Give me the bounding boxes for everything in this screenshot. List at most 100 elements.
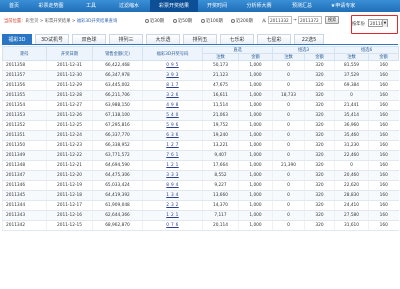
tab-fucai-3d[interactable]: 福彩3D <box>2 34 32 44</box>
date-cell: 2011-12-20 <box>46 170 93 181</box>
group3-amount-cell: 320 <box>303 180 335 191</box>
tab-qixingcai[interactable]: 七星彩 <box>257 34 291 44</box>
direct-count-cell: 21,063 <box>202 110 239 121</box>
issue-cell: 2011358 <box>2 60 47 71</box>
group3-count-cell: 0 <box>272 80 305 91</box>
direct-count-cell: 47,675 <box>202 80 239 91</box>
numbers-link[interactable]: 1 3 4 <box>142 190 203 201</box>
group3-amount-cell: 320 <box>303 130 335 141</box>
date-cell: 2011-12-19 <box>46 180 93 191</box>
date-cell: 2011-12-18 <box>46 190 93 201</box>
group-header-group3: 组选3 <box>271 46 336 54</box>
group3-count-cell: 0 <box>272 170 305 181</box>
direct-count-cell: 21,123 <box>202 70 239 81</box>
issue-cell: 2011342 <box>2 220 47 231</box>
sales-cell: 67,138,100 <box>92 110 143 121</box>
header-amount: 金额 <box>368 53 400 61</box>
nav-home[interactable]: 首页 <box>0 0 28 12</box>
nav-filter[interactable]: 过滤缩水 <box>108 0 150 12</box>
group3-count-cell: 0 <box>272 200 305 211</box>
direct-count-cell: 20,114 <box>202 220 239 231</box>
numbers-link[interactable]: 3 2 6 <box>142 90 203 101</box>
numbers-link[interactable]: 3 3 3 <box>142 170 203 181</box>
nav-tools[interactable]: 工具 <box>74 0 108 12</box>
year-select[interactable]: 2011年 ▼ <box>368 19 388 27</box>
nav-lottery-results[interactable]: 彩票开奖结果 <box>150 0 198 12</box>
group6-count-cell: 28,830 <box>334 190 369 201</box>
table-row: 2011357 2011-12-30 66,347,978 3 9 3 21,123 1,… <box>2 70 399 81</box>
group3-count-cell: 0 <box>272 70 305 81</box>
issue-cell: 2011357 <box>2 70 47 81</box>
direct-amount-cell: 1,000 <box>238 90 273 101</box>
nav-prediction-summary[interactable]: 预测汇总 <box>282 0 322 12</box>
group3-count-cell: 0 <box>272 180 305 191</box>
direct-amount-cell: 1,000 <box>238 200 273 211</box>
nav-draw-times[interactable]: 开奖时间 <box>198 0 236 12</box>
group6-count-cell: 36,960 <box>334 120 369 131</box>
numbers-link[interactable]: 4 9 8 <box>142 100 203 111</box>
tab-pailie-5[interactable]: 排列五 <box>183 34 217 44</box>
numbers-link[interactable]: 8 9 4 <box>142 180 203 191</box>
tab-qilecai[interactable]: 七乐彩 <box>220 34 254 44</box>
numbers-link[interactable]: 8 1 7 <box>142 80 203 91</box>
nav-analyst-contest[interactable]: 分析师大赛 <box>236 0 282 12</box>
numbers-link[interactable]: 0 9 5 <box>142 60 203 71</box>
group6-count-cell: 20,460 <box>334 170 369 181</box>
numbers-link[interactable]: 1 2 7 <box>142 140 203 151</box>
numbers-link[interactable]: 1 2 1 <box>142 210 203 221</box>
numbers-link[interactable]: 5 4 0 <box>142 110 203 121</box>
tab-double-color-ball[interactable]: 双色球 <box>72 34 106 44</box>
group3-amount-cell: 320 <box>303 110 335 121</box>
nav-trend-charts[interactable]: 彩票走势图 <box>28 0 74 12</box>
tab-pailie-3[interactable]: 排列三 <box>109 34 143 44</box>
top-nav: 首页 彩票走势图 工具 过滤缩水 彩票开奖结果 开奖时间 分析师大赛 预测汇总 … <box>0 0 400 12</box>
date-cell: 2011-12-16 <box>46 210 93 221</box>
tab-super-lotto[interactable]: 大乐透 <box>146 34 180 44</box>
group-header-direct: 直选 <box>202 46 273 54</box>
direct-amount-cell: 1,000 <box>238 160 273 171</box>
search-button[interactable]: 搜索 <box>325 16 339 24</box>
numbers-link[interactable]: 7 6 1 <box>142 150 203 161</box>
tab-3d-trial[interactable]: 3D试机号 <box>35 34 69 44</box>
issue-cell: 2011343 <box>2 210 47 221</box>
header-count: 注数 <box>272 53 305 61</box>
header-amount: 金额 <box>303 53 336 61</box>
radio-last-200[interactable]: 近200期 <box>231 18 253 24</box>
direct-count-cell: 19,752 <box>202 120 239 131</box>
direct-count-cell: 50,173 <box>202 60 239 71</box>
numbers-link[interactable]: 3 9 3 <box>142 70 203 81</box>
group3-amount-cell: 320 <box>303 100 335 111</box>
group6-amount-cell: 160 <box>368 160 399 171</box>
numbers-link[interactable]: 0 7 6 <box>142 220 203 231</box>
chevron-down-icon[interactable]: ▼ <box>382 20 387 27</box>
numbers-link[interactable]: 2 3 2 <box>142 200 203 211</box>
date-from-field[interactable]: 2011332 <box>268 16 292 24</box>
group3-amount-cell: 320 <box>303 70 335 81</box>
radio-last-50[interactable]: 近50期 <box>173 18 192 24</box>
nav-apply-expert[interactable]: ★申请专家 <box>322 0 364 12</box>
breadcrumb-current[interactable]: 福彩3D开奖结果查询 <box>77 19 117 24</box>
radio-icon <box>231 19 235 23</box>
lottery-tabs: 福彩3D 3D试机号 双色球 排列三 大乐透 排列五 七乐彩 七星彩 22选5 <box>2 33 398 45</box>
direct-count-cell: 9,407 <box>202 150 239 161</box>
numbers-link[interactable]: 5 9 6 <box>142 120 203 131</box>
group-header-group6: 组选6 <box>334 46 400 54</box>
header-issue: 期号 <box>2 46 47 61</box>
table-row: 2011355 2011-12-28 66,211,706 3 2 6 16,611 1,… <box>2 90 399 101</box>
numbers-link[interactable]: 1 2 1 <box>142 160 203 171</box>
radio-icon <box>201 19 205 23</box>
header-count: 注数 <box>334 53 370 61</box>
group3-count-cell: 0 <box>272 210 305 221</box>
table-row: 2011358 2011-12-31 66,422,468 0 9 5 50,173 1,… <box>2 60 399 71</box>
sales-cell: 62,644,366 <box>92 210 143 221</box>
date-cell: 2011-12-17 <box>46 200 93 211</box>
group3-amount-cell: 320 <box>303 150 335 161</box>
radio-last-30[interactable]: 近30期 <box>145 18 164 24</box>
date-to-field[interactable]: 2011372 <box>298 16 322 24</box>
numbers-link[interactable]: 6 3 6 <box>142 130 203 141</box>
date-cell: 2011-12-31 <box>46 60 93 71</box>
radio-last-100[interactable]: 近100期 <box>201 18 223 24</box>
group3-count-cell: 0 <box>272 110 305 121</box>
tab-22-choose-5[interactable]: 22选5 <box>294 34 324 44</box>
group-header-row: 期号 开奖日期 销售金额(元) 福彩3D开奖号码 直选 组选3 组选6 <box>2 46 400 61</box>
